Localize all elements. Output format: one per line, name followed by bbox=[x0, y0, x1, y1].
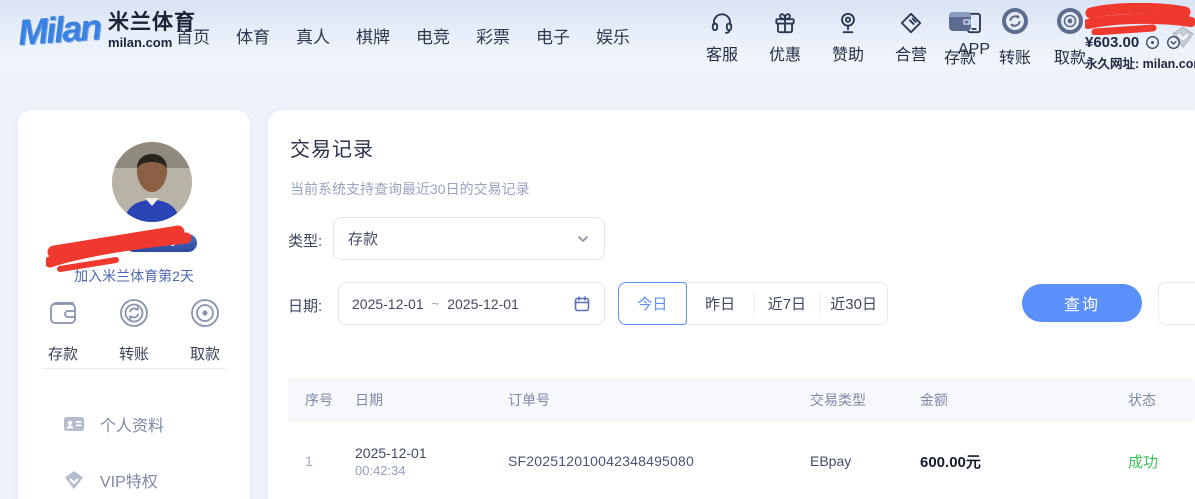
withdraw-label: 取款 bbox=[1054, 44, 1086, 68]
partner-label: 合营 bbox=[895, 41, 927, 65]
gift-icon bbox=[772, 8, 798, 38]
service-label: 客服 bbox=[706, 41, 738, 65]
date-tilde: ~ bbox=[432, 296, 440, 311]
transfer-icon bbox=[1000, 6, 1030, 41]
top-header: Milan 米兰体育 milan.com 首页 体育 真人 棋牌 电竞 彩票 电… bbox=[0, 0, 1195, 70]
page-subtitle: 当前系统支持查询最近30日的交易记录 bbox=[290, 179, 530, 199]
balance-amount: ¥603.00 bbox=[1085, 34, 1139, 51]
col-header-index: 序号 bbox=[288, 390, 355, 410]
sponsor-label: 赞助 bbox=[832, 41, 864, 65]
partner-link[interactable]: 合营 bbox=[889, 8, 933, 65]
calendar-icon bbox=[573, 295, 591, 313]
sidebar-deposit-action[interactable]: 存款 bbox=[46, 296, 80, 364]
sidebar-item-vip[interactable]: VIP特权 bbox=[18, 452, 250, 499]
table-row: 1 2025-12-01 00:42:34 SF2025120100423484… bbox=[288, 422, 1195, 499]
range-today-button[interactable]: 今日 bbox=[618, 282, 687, 325]
cell-order-no: SF202512010042348495080 bbox=[508, 453, 810, 469]
sidebar-withdraw-label: 取款 bbox=[190, 343, 220, 364]
nav-item-live[interactable]: 真人 bbox=[296, 23, 330, 48]
sidebar-divider bbox=[42, 368, 226, 369]
header-wallet-links: 存款 转账 bbox=[938, 6, 1092, 68]
nav-item-esports[interactable]: 电竞 bbox=[416, 23, 450, 48]
range-7days-button[interactable]: 近7日 bbox=[754, 283, 821, 324]
eye-icon[interactable] bbox=[1145, 35, 1160, 50]
vip-row: VIP 0 bbox=[18, 232, 250, 258]
permanent-url-text: 永久网址: milan.com bbox=[1085, 53, 1195, 72]
sidebar-transfer-label: 转账 bbox=[119, 343, 149, 364]
wallet-icon bbox=[945, 6, 975, 41]
refresh-balance-icon[interactable] bbox=[1166, 35, 1181, 50]
nav-item-sports[interactable]: 体育 bbox=[236, 23, 270, 48]
query-button[interactable]: 查询 bbox=[1022, 284, 1142, 322]
reset-button-cropped[interactable] bbox=[1158, 282, 1195, 325]
nav-item-lottery[interactable]: 彩票 bbox=[476, 23, 510, 48]
sidebar-vip-label: VIP特权 bbox=[100, 468, 158, 492]
join-days-text: 加入米兰体育第2天 bbox=[18, 266, 250, 286]
logo-script-text: Milan bbox=[17, 6, 102, 54]
sidebar-profile-label: 个人资料 bbox=[100, 412, 164, 436]
deposit-label: 存款 bbox=[944, 44, 976, 68]
transactions-table: 序号 日期 订单号 交易类型 金额 状态 1 2025-12-01 00:42:… bbox=[288, 378, 1195, 499]
cell-transaction-type: EBpay bbox=[810, 453, 920, 469]
deposit-link[interactable]: 存款 bbox=[938, 6, 982, 68]
cell-status: 成功 bbox=[1128, 451, 1195, 472]
range-yesterday-button[interactable]: 昨日 bbox=[687, 283, 754, 324]
nav-item-entertainment[interactable]: 娱乐 bbox=[596, 23, 630, 48]
col-header-date: 日期 bbox=[355, 390, 508, 410]
date-end-value: 2025-12-01 bbox=[447, 296, 519, 312]
quick-range-group: 今日 昨日 近7日 近30日 bbox=[618, 282, 888, 325]
transaction-records-panel: 交易记录 当前系统支持查询最近30日的交易记录 类型: 存款 日期: 2025-… bbox=[268, 110, 1195, 499]
nav-item-home[interactable]: 首页 bbox=[176, 23, 210, 48]
date-range-input[interactable]: 2025-12-01 ~ 2025-12-01 bbox=[338, 282, 605, 325]
transfer-link[interactable]: 转账 bbox=[993, 6, 1037, 68]
sidebar-item-profile[interactable]: 个人资料 bbox=[18, 396, 250, 452]
col-header-order: 订单号 bbox=[508, 390, 810, 410]
nav-item-chess[interactable]: 棋牌 bbox=[356, 23, 390, 48]
page-title: 交易记录 bbox=[290, 133, 374, 162]
type-filter-label: 类型: bbox=[288, 230, 322, 251]
col-header-status: 状态 bbox=[1128, 390, 1195, 410]
promo-link[interactable]: 优惠 bbox=[763, 8, 807, 65]
type-select-value: 存款 bbox=[348, 228, 576, 249]
nav-item-slots[interactable]: 电子 bbox=[536, 23, 570, 48]
date-filter-label: 日期: bbox=[288, 295, 322, 316]
table-header-row: 序号 日期 订单号 交易类型 金额 状态 bbox=[288, 378, 1195, 422]
sidebar-quick-actions: 存款 转账 取款 bbox=[18, 296, 250, 364]
user-avatar[interactable] bbox=[112, 142, 192, 222]
cell-time-value: 00:42:34 bbox=[355, 463, 502, 478]
sidebar-withdraw-action[interactable]: 取款 bbox=[188, 296, 222, 364]
sidebar-deposit-label: 存款 bbox=[48, 343, 78, 364]
promo-label: 优惠 bbox=[769, 41, 801, 65]
transfer-label: 转账 bbox=[999, 44, 1031, 68]
trophy-icon bbox=[835, 8, 861, 38]
cell-amount: 600.00元 bbox=[920, 451, 1128, 472]
sponsor-link[interactable]: 赞助 bbox=[826, 8, 870, 65]
service-link[interactable]: 客服 bbox=[700, 8, 744, 65]
sidebar-transfer-action[interactable]: 转账 bbox=[117, 296, 151, 364]
date-start-value: 2025-12-01 bbox=[352, 296, 424, 312]
wallet-outline-icon bbox=[46, 296, 80, 335]
withdraw-icon bbox=[1055, 6, 1085, 41]
site-logo[interactable]: Milan 米兰体育 milan.com bbox=[18, 9, 196, 51]
headset-icon bbox=[709, 8, 735, 38]
partner-icon bbox=[898, 8, 924, 38]
type-select[interactable]: 存款 bbox=[333, 217, 605, 260]
sidebar-menu: 个人资料 VIP特权 bbox=[18, 396, 250, 499]
diamond-icon bbox=[62, 468, 86, 492]
cell-index: 1 bbox=[288, 453, 355, 469]
col-header-type: 交易类型 bbox=[810, 390, 920, 410]
transfer-outline-icon bbox=[117, 296, 151, 335]
chevron-down-icon bbox=[576, 232, 590, 246]
col-header-amount: 金额 bbox=[920, 390, 1128, 410]
id-card-icon bbox=[62, 412, 86, 436]
profile-sidebar: VIP 0 加入米兰体育第2天 存款 bbox=[18, 110, 250, 499]
range-30days-button[interactable]: 近30日 bbox=[820, 283, 887, 324]
withdraw-outline-icon bbox=[188, 296, 222, 335]
cell-date: 2025-12-01 00:42:34 bbox=[355, 444, 508, 479]
main-nav: 首页 体育 真人 棋牌 电竞 彩票 电子 娱乐 bbox=[176, 0, 630, 70]
cell-date-value: 2025-12-01 bbox=[355, 444, 502, 464]
redacted-username-scribble-sidebar bbox=[46, 220, 196, 272]
